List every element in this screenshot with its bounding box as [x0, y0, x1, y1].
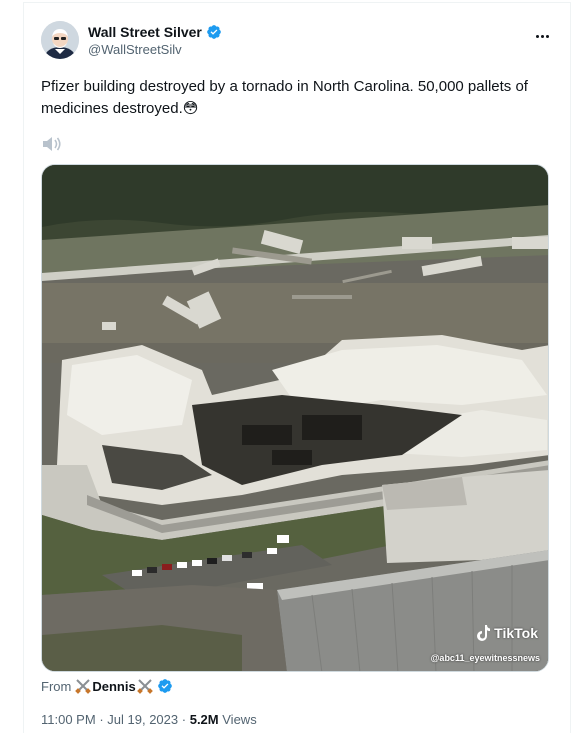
from-user-link[interactable]: Dennis — [75, 678, 153, 694]
tiktok-watermark: TikTok — [476, 625, 538, 641]
verified-badge-icon — [157, 679, 172, 693]
from-attribution: From Dennis — [41, 678, 173, 694]
views-count: 5.2M — [189, 712, 219, 727]
tweet-media-video[interactable]: TikTok @abc11_eyewitnessnews — [41, 164, 549, 672]
verified-badge-icon — [207, 25, 221, 39]
flushed-face-emoji: 😳 — [182, 100, 199, 117]
tiktok-logo-icon — [477, 625, 491, 641]
tweet-body: Pfizer building destroyed by a tornado i… — [41, 78, 528, 117]
author-name[interactable]: Wall Street Silver — [88, 24, 202, 40]
author-handle[interactable]: @WallStreetSilv — [88, 42, 182, 57]
swords-icon — [136, 679, 153, 694]
separator: · — [99, 712, 104, 727]
tweet-date[interactable]: Jul 19, 2023 — [107, 712, 178, 727]
avatar[interactable] — [41, 21, 79, 59]
more-options-icon[interactable] — [532, 28, 552, 44]
tiktok-handle: @abc11_eyewitnessnews — [430, 653, 540, 663]
from-label: From — [41, 678, 72, 694]
tweet-text: Pfizer building destroyed by a tornado i… — [41, 76, 551, 120]
aerial-tornado-damage-image — [42, 165, 548, 671]
author-row: Wall Street Silver — [88, 24, 222, 40]
tweet-time[interactable]: 11:00 PM — [41, 712, 96, 727]
tweet-metadata: 11:00 PM · Jul 19, 2023 · 5.2M Views — [41, 712, 257, 727]
separator: · — [181, 712, 187, 727]
views-label: Views — [222, 712, 257, 727]
tiktok-brand: TikTok — [494, 625, 538, 641]
from-user-name: Dennis — [92, 678, 136, 694]
speaker-icon[interactable] — [41, 135, 63, 153]
swords-icon — [75, 679, 92, 694]
avatar-image — [41, 21, 79, 59]
